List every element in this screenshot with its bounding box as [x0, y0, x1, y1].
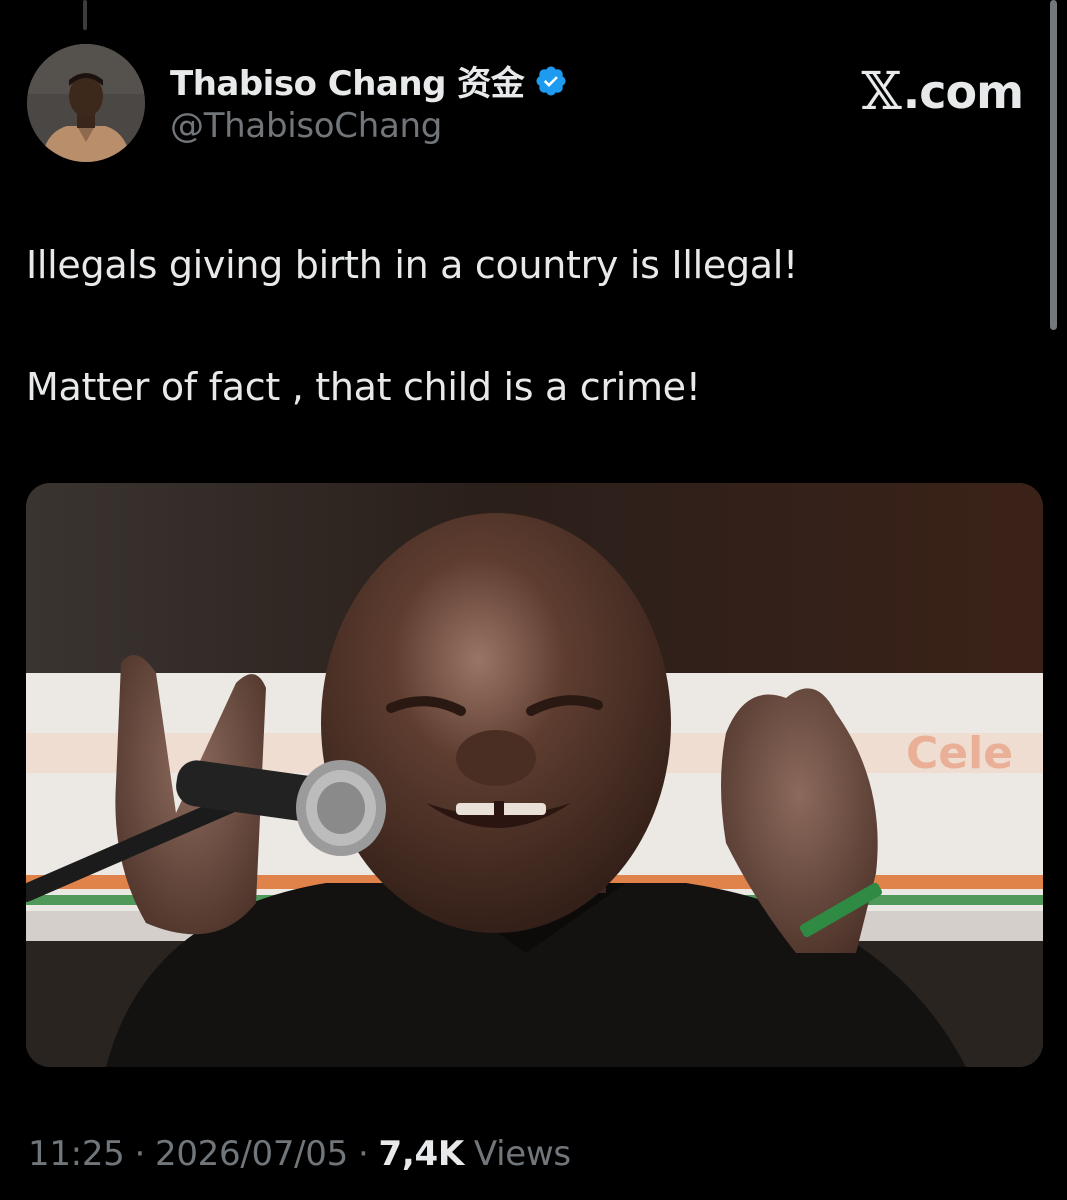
- author-display-name[interactable]: Thabiso Chang 资金: [170, 56, 525, 105]
- tweet-paragraph: Matter of fact , that child is a crime!: [26, 365, 701, 409]
- photo-illustration: Cele: [26, 483, 1043, 1067]
- brand-watermark: 𝕏 .com: [861, 62, 1024, 122]
- scrollbar[interactable]: [1050, 0, 1057, 330]
- tweet-meta: 11:25 · 2026/07/05 · 7,4K Views: [28, 1134, 571, 1174]
- tweet-date[interactable]: 2026/07/05: [155, 1134, 348, 1174]
- views-count[interactable]: 7,4K: [378, 1134, 464, 1174]
- views-label[interactable]: Views: [474, 1134, 571, 1174]
- meta-separator: ·: [134, 1134, 145, 1174]
- tweet-screenshot: Thabiso Chang 资金 @ThabisoChang 𝕏 .com Ill…: [0, 0, 1067, 1200]
- thread-connector-line: [83, 0, 87, 30]
- author-avatar[interactable]: [27, 44, 145, 162]
- avatar-image: [27, 44, 145, 162]
- brand-watermark-suffix: .com: [902, 65, 1024, 119]
- tweet-paragraph: Illegals giving birth in a country is Il…: [26, 243, 798, 287]
- tweet-body: Illegals giving birth in a country is Il…: [26, 236, 1026, 416]
- tweet-photo[interactable]: Cele: [26, 483, 1043, 1067]
- author-handle[interactable]: @ThabisoChang: [170, 106, 442, 146]
- meta-separator: ·: [357, 1134, 369, 1174]
- banner-text: Cele: [906, 728, 1013, 779]
- tweet-time[interactable]: 11:25: [28, 1134, 125, 1174]
- x-logo-icon: 𝕏: [861, 62, 901, 122]
- verified-badge-icon: [536, 65, 566, 96]
- author-name-row[interactable]: Thabiso Chang 资金: [170, 56, 568, 105]
